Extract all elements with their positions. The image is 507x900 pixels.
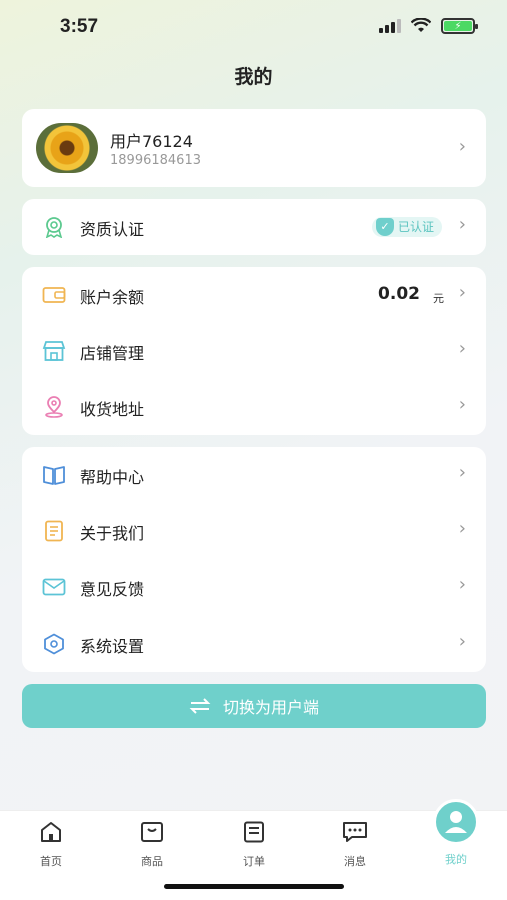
product-box-icon: [141, 822, 163, 842]
chevron-right-icon: ›: [458, 338, 466, 359]
battery-icon: ⚡: [441, 18, 478, 34]
balance-label: 账户余额: [80, 288, 145, 307]
balance-row[interactable]: 账户余额 0.02 元 ›: [22, 267, 486, 323]
chat-bubble-icon: [343, 822, 367, 842]
book-icon: [43, 466, 65, 485]
balance-unit: 元: [433, 292, 444, 305]
chevron-right-icon: ›: [458, 631, 466, 652]
tab-home-label: 首页: [40, 855, 62, 868]
store-management-row[interactable]: 店铺管理 ›: [22, 323, 486, 379]
feedback-row[interactable]: 意见反馈 ›: [22, 559, 486, 615]
system-settings-label: 系统设置: [80, 637, 145, 656]
shipping-address-label: 收货地址: [80, 400, 145, 419]
wifi-icon: [411, 18, 431, 32]
settings-hexagon-icon: [44, 633, 64, 655]
account-card: 账户余额 0.02 元 › 店铺管理 › 收货地址 ›: [22, 267, 486, 435]
feedback-label: 意见反馈: [80, 580, 145, 599]
chevron-right-icon: ›: [458, 462, 466, 483]
username: 用户76124: [110, 132, 193, 151]
location-pin-icon: [45, 396, 63, 418]
about-us-label: 关于我们: [80, 524, 145, 543]
certified-badge: ✓ 已认证: [371, 217, 442, 237]
tab-home[interactable]: 首页: [11, 821, 91, 869]
page-title: 我的: [234, 66, 273, 88]
signal-icon: [379, 19, 401, 33]
tab-products-label: 商品: [141, 855, 163, 868]
home-icon: [41, 822, 61, 842]
certification-card[interactable]: 资质认证 ✓ 已认证 ›: [22, 199, 486, 255]
help-center-label: 帮助中心: [80, 468, 145, 487]
wallet-icon: [42, 287, 66, 303]
system-settings-row[interactable]: 系统设置 ›: [22, 616, 486, 672]
certificate-icon: [45, 217, 63, 238]
avatar: [36, 123, 98, 173]
envelope-icon: [42, 578, 66, 596]
chevron-right-icon: ›: [458, 282, 466, 303]
document-icon: [45, 520, 63, 542]
tab-products[interactable]: 商品: [112, 821, 192, 869]
store-icon: [42, 341, 66, 361]
certified-badge-text: 已认证: [397, 220, 434, 234]
tab-messages[interactable]: 消息: [315, 821, 395, 869]
home-indicator: [164, 884, 344, 889]
phone-number: 18996184613: [110, 153, 201, 168]
certification-row[interactable]: 资质认证 ✓ 已认证 ›: [22, 199, 486, 255]
balance-value: 0.02: [378, 284, 420, 304]
order-list-icon: [244, 821, 264, 843]
chevron-right-icon: ›: [458, 214, 466, 235]
about-us-row[interactable]: 关于我们 ›: [22, 503, 486, 559]
switch-to-user-button[interactable]: 切换为用户端: [22, 684, 486, 728]
swap-arrows-icon: [189, 698, 211, 714]
chevron-right-icon: ›: [458, 136, 466, 157]
tab-messages-label: 消息: [344, 855, 366, 868]
shipping-address-row[interactable]: 收货地址 ›: [22, 379, 486, 435]
user-profile-icon: [433, 799, 479, 845]
tab-orders[interactable]: 订单: [214, 821, 294, 869]
store-management-label: 店铺管理: [80, 344, 145, 363]
certification-label: 资质认证: [80, 220, 145, 239]
help-center-row[interactable]: 帮助中心 ›: [22, 447, 486, 503]
switch-to-user-label: 切换为用户端: [222, 698, 319, 717]
settings-card: 帮助中心 › 关于我们 › 意见反馈 › 系统设置 ›: [22, 447, 486, 672]
chevron-right-icon: ›: [458, 394, 466, 415]
check-shield-icon: ✓: [375, 218, 394, 236]
tab-orders-label: 订单: [243, 855, 265, 868]
tab-mine-label: 我的: [445, 853, 467, 866]
chevron-right-icon: ›: [458, 518, 466, 539]
tab-mine[interactable]: 我的: [416, 799, 496, 867]
status-icons: ⚡: [379, 18, 478, 34]
status-time: 3:57: [60, 16, 99, 37]
profile-card[interactable]: 用户76124 18996184613 ›: [22, 109, 486, 187]
chevron-right-icon: ›: [458, 574, 466, 595]
status-bar: 3:57 ⚡: [0, 0, 507, 56]
